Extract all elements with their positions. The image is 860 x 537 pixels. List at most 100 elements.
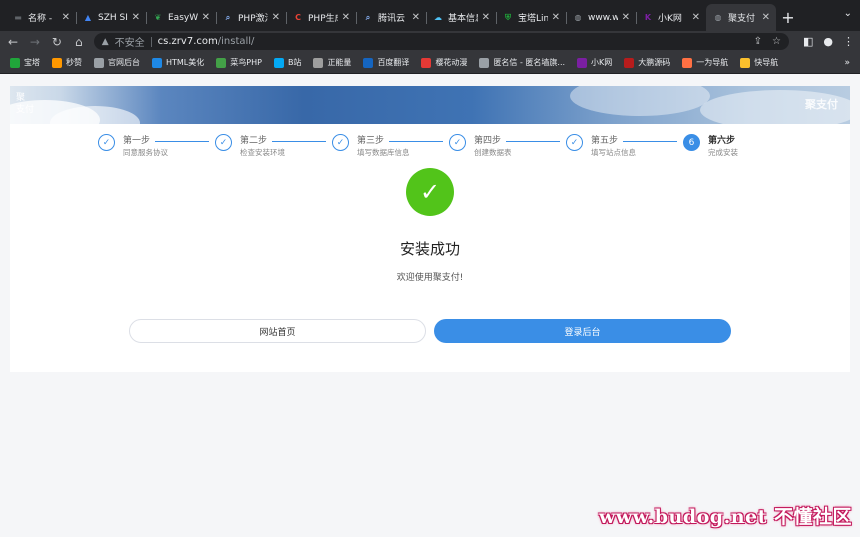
bookmark-item[interactable]: 官网后台 (94, 57, 140, 68)
step-description: 创建数据表 (474, 148, 512, 157)
bookmarks-bar: 宝塔 秒赞 官网后台 HTML美化 菜鸟PHP B站 正能量 百度翻译 樱花动漫 匿名信 - 匿名… (0, 52, 860, 74)
bookmark-item[interactable]: 樱花动漫 (421, 57, 467, 68)
bookmark-favicon-icon (52, 57, 62, 68)
browser-tab[interactable]: ▲ SZH SI ✕ (76, 4, 146, 31)
step-description: 填写站点信息 (591, 148, 636, 157)
step-check-icon: ✓ (332, 134, 349, 151)
profile-avatar-icon[interactable]: ● (823, 35, 833, 48)
install-step: ✓ 第五步 填写站点信息 (566, 132, 683, 162)
bookmark-star-icon[interactable]: ☆ (772, 36, 781, 47)
bookmark-item[interactable]: 小K网 (577, 57, 612, 68)
url-host: cs.zrv7.com (157, 36, 218, 47)
step-title: 第一步 (123, 136, 151, 146)
bookmarks-overflow-button[interactable]: » (844, 58, 850, 68)
browser-tab[interactable]: ☁ 基本信息 ✕ (426, 4, 496, 31)
browser-tab[interactable]: ⌕ 腾讯云 ✕ (356, 4, 426, 31)
browser-tab[interactable]: K 小K网 ✕ (636, 4, 706, 31)
site-home-button[interactable]: 网站首页 (129, 319, 426, 343)
warning-triangle-icon[interactable]: ▲ (102, 37, 109, 47)
bookmark-label: B站 (287, 58, 302, 67)
home-icon[interactable]: ⌂ (72, 35, 86, 49)
bookmark-favicon-icon (577, 57, 588, 68)
url-text[interactable]: cs.zrv7.com/install/ (158, 36, 748, 47)
tab-close-icon[interactable]: ✕ (132, 12, 140, 23)
bookmark-favicon-icon (313, 57, 324, 68)
bookmark-item[interactable]: 百度翻译 (363, 57, 409, 68)
step-connector (623, 141, 677, 142)
k-logo-icon: K (644, 13, 652, 22)
triangle-logo-icon: ▲ (84, 13, 92, 22)
bookmark-item[interactable]: HTML美化 (152, 57, 204, 68)
bookmark-item[interactable]: 正能量 (313, 57, 351, 68)
install-step: ✓ 第二步 检查安装环境 (215, 132, 332, 162)
tab-close-icon[interactable]: ✕ (762, 12, 770, 23)
share-icon[interactable]: ⇪ (754, 36, 762, 47)
browser-tab[interactable]: ⌕ PHP激活 ✕ (216, 4, 286, 31)
bookmark-item[interactable]: 快导航 (740, 57, 778, 68)
new-tab-button[interactable]: + (776, 4, 800, 31)
install-step: 6 第六步 完成安装 (683, 132, 800, 162)
cloud-icon: ☁ (434, 13, 442, 22)
step-title: 第五步 (591, 136, 619, 146)
tab-close-icon[interactable]: ✕ (482, 12, 490, 23)
browser-tab[interactable]: ▬ 名称 - ✕ (6, 4, 76, 31)
address-bar[interactable]: ▲ 不安全 cs.zrv7.com/install/ ⇪ ☆ (93, 33, 789, 50)
browser-tab[interactable]: ❦ EasyWe ✕ (146, 4, 216, 31)
reload-icon[interactable]: ↻ (50, 35, 64, 49)
tab-close-icon[interactable]: ✕ (62, 12, 70, 23)
bookmark-favicon-icon (10, 57, 20, 68)
tab-search-chevron-icon[interactable]: ⌄ (844, 8, 852, 19)
browser-tab-strip: ▬ 名称 - ✕ ▲ SZH SI ✕ ❦ EasyWe ✕ ⌕ PHP激活 ✕ C PHP生成 ✕ ⌕ 腾讯… (0, 0, 860, 31)
step-connector (155, 141, 209, 142)
bookmark-item[interactable]: 菜鸟PHP (216, 57, 262, 68)
bookmark-item[interactable]: 宝塔 (10, 57, 40, 68)
tab-title: EasyWe (168, 12, 198, 23)
bookmark-item[interactable]: 大鹏源码 (624, 57, 670, 68)
forward-arrow-icon[interactable]: → (28, 35, 42, 49)
bookmark-item[interactable]: 一为导航 (682, 57, 728, 68)
shield-icon: ⛨ (505, 12, 511, 22)
bookmark-favicon-icon (740, 57, 751, 68)
tab-title: 名称 - (28, 14, 53, 24)
header-banner: 聚 支付 聚支付 (10, 86, 850, 124)
browser-tab[interactable]: ◍ www.w ✕ (566, 4, 636, 31)
browser-tab[interactable]: ◍ 聚支付 ✕ (706, 4, 776, 31)
tab-close-icon[interactable]: ✕ (202, 12, 210, 23)
tab-close-icon[interactable]: ✕ (622, 12, 630, 23)
tab-close-icon[interactable]: ✕ (412, 12, 420, 23)
search-icon: ⌕ (365, 12, 371, 22)
c-logo-icon: C (295, 13, 301, 22)
step-connector (506, 141, 560, 142)
tab-close-icon[interactable]: ✕ (552, 12, 560, 23)
banner-logo: 聚 支付 (16, 92, 34, 116)
bookmark-item[interactable]: 匿名信 - 匿名墙旗... (479, 57, 565, 68)
step-description: 同意服务协议 (123, 148, 168, 157)
security-label[interactable]: 不安全 (115, 34, 145, 49)
tab-title: 腾讯云 (378, 14, 406, 24)
side-panel-icon[interactable]: ◧ (803, 35, 813, 48)
tab-title: 基本信息 (448, 14, 478, 24)
browser-tab[interactable]: ⛨ 宝塔Lin ✕ (496, 4, 566, 31)
address-divider (150, 36, 152, 47)
bookmark-item[interactable]: 秒赞 (52, 57, 82, 68)
tab-close-icon[interactable]: ✕ (692, 12, 700, 23)
step-description: 填写数据库信息 (357, 148, 410, 157)
bookmark-item[interactable]: B站 (273, 57, 302, 68)
browser-tab[interactable]: C PHP生成 ✕ (286, 4, 356, 31)
step-title: 第四步 (474, 136, 502, 146)
bookmark-label: 宝塔 (24, 58, 40, 67)
step-title: 第六步 (708, 136, 736, 146)
url-path: /install/ (217, 36, 255, 47)
browser-menu-icon[interactable]: ⋮ (843, 35, 854, 48)
success-title: 安装成功 (399, 240, 460, 258)
tab-close-icon[interactable]: ✕ (342, 12, 350, 23)
step-connector (272, 141, 326, 142)
admin-login-button[interactable]: 登录后台 (434, 319, 731, 343)
install-step: ✓ 第一步 同意服务协议 (98, 132, 215, 162)
bookmark-favicon-icon (94, 57, 104, 68)
install-steps: ✓ 第一步 同意服务协议 ✓ 第二步 检查安装环境 ✓ 第三步 填写数据库信息 ✓ 第四步 创建数据表… (98, 132, 778, 162)
globe-icon: ◍ (714, 13, 722, 22)
tab-close-icon[interactable]: ✕ (272, 12, 280, 23)
bookmark-label: 秒赞 (66, 58, 82, 67)
back-arrow-icon[interactable]: ← (6, 35, 20, 49)
